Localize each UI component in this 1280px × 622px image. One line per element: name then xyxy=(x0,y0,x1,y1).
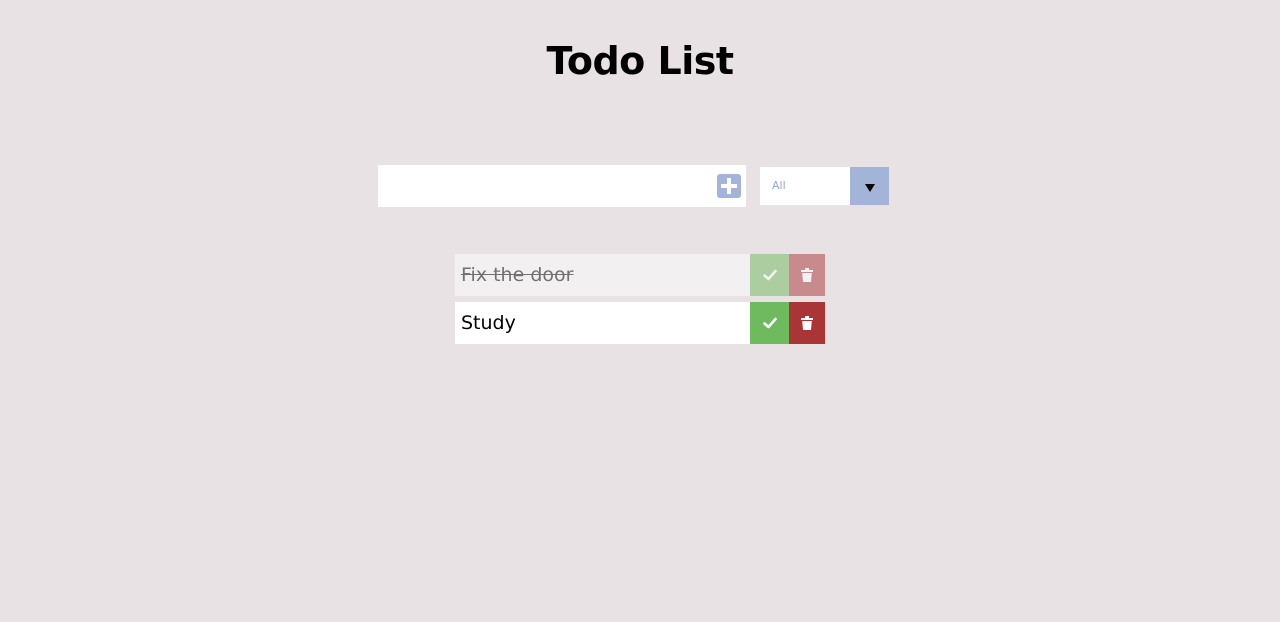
filter-selected-value: All xyxy=(772,179,786,192)
delete-button[interactable] xyxy=(789,302,825,344)
check-icon xyxy=(762,317,777,329)
filter-select[interactable]: All xyxy=(760,167,889,205)
todo-item: Study xyxy=(455,302,825,344)
todo-item-text: Fix the door xyxy=(461,264,574,286)
todo-item-text: Study xyxy=(461,312,516,334)
trash-icon xyxy=(801,268,813,282)
check-icon xyxy=(762,269,777,281)
delete-button[interactable] xyxy=(789,254,825,296)
todo-list: Fix the door Study xyxy=(455,254,825,350)
complete-button[interactable] xyxy=(750,254,789,296)
complete-button[interactable] xyxy=(750,302,789,344)
filter-arrow-button[interactable] xyxy=(850,167,889,205)
add-todo-button[interactable] xyxy=(717,174,741,198)
todo-form xyxy=(378,165,746,207)
plus-square-icon xyxy=(721,178,737,194)
todo-item: Fix the door xyxy=(455,254,825,296)
todo-app: Todo List All Fix the door Study xyxy=(0,0,1280,622)
trash-icon xyxy=(801,316,813,330)
page-title: Todo List xyxy=(546,39,734,83)
todo-input[interactable] xyxy=(378,165,708,207)
caret-down-icon xyxy=(865,184,875,192)
